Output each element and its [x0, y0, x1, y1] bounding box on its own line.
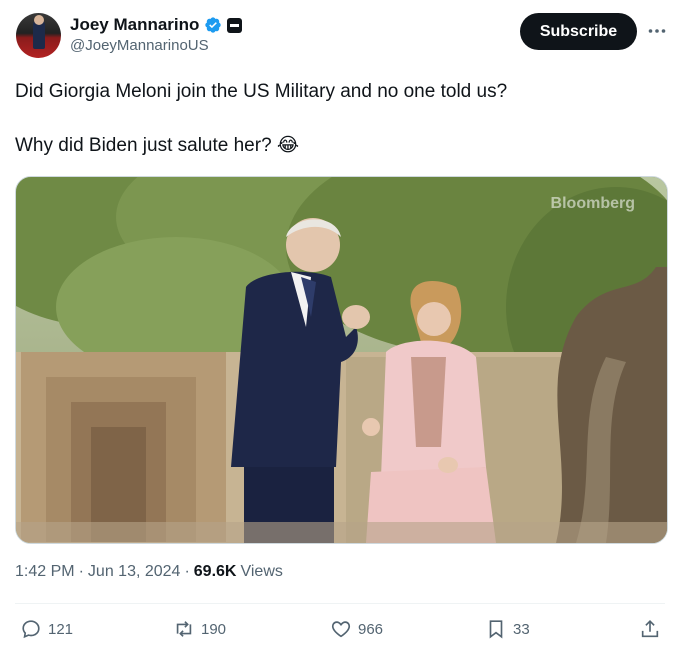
share-button[interactable] [639, 618, 661, 640]
share-icon [641, 620, 659, 638]
bookmark-button[interactable]: 33 [485, 618, 530, 640]
meta-separator: · [184, 563, 190, 580]
tweet-time[interactable]: 1:42 PM [15, 563, 75, 581]
more-dots-icon[interactable] [646, 20, 668, 42]
views-count: 69.6K [193, 563, 237, 580]
tweet-line-2: Why did Biden just salute her? 😂 [15, 135, 300, 156]
views-label: Views [240, 563, 283, 580]
reply-count: 121 [48, 620, 74, 638]
divider [15, 603, 665, 604]
subscribe-button[interactable]: Subscribe [520, 13, 637, 50]
tweet-text: Did Giorgia Meloni join the US Military … [15, 80, 665, 158]
affiliation-badge-icon [227, 17, 243, 33]
heart-icon [331, 621, 351, 638]
reply-icon [22, 620, 40, 639]
video-still [16, 177, 667, 543]
tweet-date[interactable]: Jun 13, 2024 [88, 563, 181, 581]
verified-badge-icon [205, 17, 222, 33]
author-handle[interactable]: @JoeyMannarinoUS [70, 37, 209, 54]
meta-separator: · [78, 563, 84, 580]
bookmark-icon [489, 620, 503, 639]
repost-icon [176, 621, 192, 637]
author-name-row: Joey Mannarino [70, 14, 243, 36]
avatar[interactable] [16, 13, 61, 58]
repost-button[interactable]: 190 [173, 618, 226, 640]
tweet-meta: 1:42 PM · Jun 13, 2024 · 69.6K Views [15, 563, 283, 581]
bookmark-count: 33 [513, 620, 530, 638]
tweet-line-1: Did Giorgia Meloni join the US Military … [15, 81, 508, 102]
reply-button[interactable]: 121 [20, 618, 73, 640]
media-image[interactable]: Bloomberg [15, 176, 668, 544]
author-name[interactable]: Joey Mannarino [70, 15, 199, 35]
repost-count: 190 [201, 620, 227, 638]
like-count: 966 [358, 620, 384, 638]
media-watermark: Bloomberg [550, 195, 635, 212]
like-button[interactable]: 966 [330, 618, 383, 640]
avatar-head [34, 15, 44, 25]
action-bar: 121 190 966 33 [15, 618, 665, 644]
